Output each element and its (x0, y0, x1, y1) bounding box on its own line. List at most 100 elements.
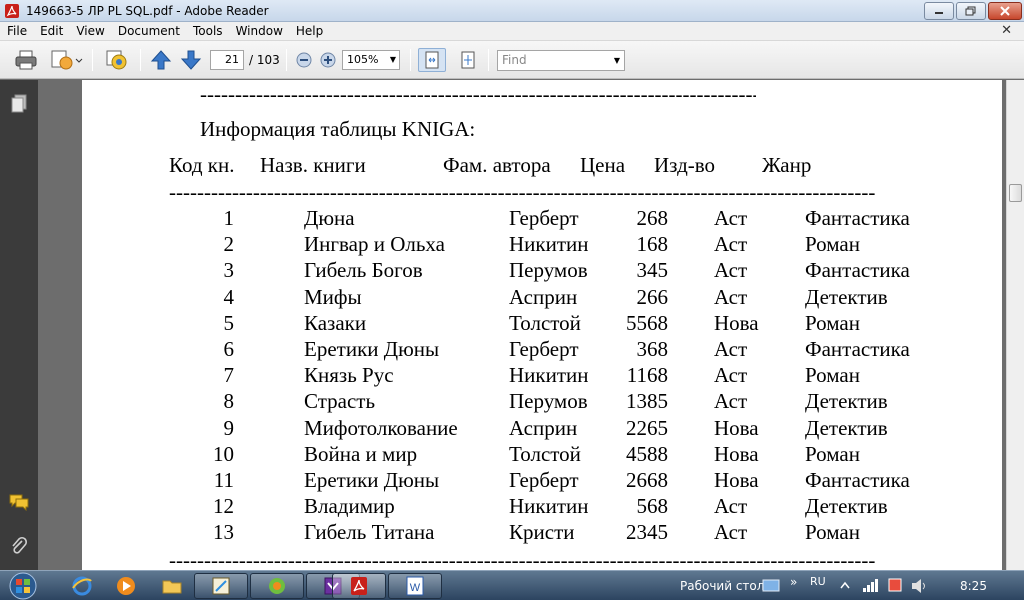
attachments-panel-button[interactable] (9, 536, 29, 556)
menu-file[interactable]: File (0, 24, 33, 38)
desktop-toolbar-label[interactable]: Рабочий стол (680, 579, 764, 593)
page-number-input[interactable]: 21 (210, 50, 244, 70)
cell-publisher: Аст (714, 389, 748, 414)
cell-publisher: Аст (714, 232, 748, 257)
cell-publisher: Нова (714, 468, 759, 492)
cell-title: Еретики Дюны (304, 468, 440, 492)
share-button[interactable] (48, 48, 84, 72)
fit-page-icon (425, 51, 439, 69)
zoom-out-icon (296, 52, 312, 68)
previous-page-button[interactable] (148, 48, 174, 72)
cell-code: 5 (223, 310, 235, 335)
scrollbar-thumb[interactable] (1009, 184, 1022, 202)
folder-icon (162, 580, 182, 594)
cell-price: 168 (636, 232, 669, 257)
taskbar-adobe-reader[interactable] (332, 573, 386, 599)
cell-publisher: Аст (714, 494, 748, 519)
header-price: Цена (580, 153, 626, 177)
vertical-scrollbar[interactable] (1006, 80, 1024, 570)
zoom-in-button[interactable] (318, 48, 338, 72)
language-indicator[interactable]: RU (810, 575, 826, 588)
print-button[interactable] (12, 48, 40, 72)
cell-author: Перумов (509, 258, 588, 283)
cell-code: 7 (223, 363, 235, 388)
pages-panel-button[interactable] (9, 94, 29, 114)
cell-author: Толстой (509, 441, 581, 466)
taskbar-explorer[interactable] (152, 573, 192, 599)
zoom-out-button[interactable] (294, 48, 314, 72)
restore-button[interactable] (956, 2, 986, 20)
chevron-up-icon[interactable] (840, 581, 850, 589)
find-input[interactable]: Find ▼ (497, 50, 625, 71)
comments-panel-button[interactable] (9, 492, 29, 512)
cell-price: 2345 (626, 520, 668, 545)
cell-price: 368 (636, 337, 669, 361)
minimize-button[interactable] (924, 2, 954, 20)
menu-help[interactable]: Help (289, 24, 329, 38)
cell-code: 6 (223, 337, 235, 361)
cell-publisher: Аст (714, 258, 748, 283)
cell-price: 568 (636, 494, 669, 519)
document-close-icon[interactable]: ✕ (1001, 23, 1012, 38)
zoom-level-value: 105% (347, 53, 379, 66)
cell-genre: Роман (805, 232, 860, 257)
menu-tools[interactable]: Tools (186, 24, 229, 38)
cell-genre: Детектив (805, 284, 888, 309)
close-icon (1000, 6, 1010, 16)
fit-width-button[interactable] (454, 48, 482, 72)
cell-title: Гибель Титана (304, 520, 435, 545)
arrow-down-icon (180, 50, 202, 70)
comment-review-icon (106, 50, 127, 70)
page-total: / 103 (249, 53, 280, 67)
adobe-reader-icon (5, 4, 19, 18)
cell-title: Гибель Богов (304, 258, 423, 283)
network-signal-icon[interactable] (862, 577, 880, 593)
desktop-icon[interactable] (762, 578, 780, 594)
taskbar-window-1[interactable] (194, 573, 248, 599)
taskbar-ie[interactable] (62, 573, 102, 599)
printer-icon (15, 50, 37, 70)
action-center-icon[interactable] (886, 577, 904, 595)
clock[interactable]: 8:25 (960, 579, 987, 593)
cell-author: Герберт (509, 468, 579, 492)
comment-review-button[interactable] (102, 48, 132, 72)
title-bar: 149663-5 ЛР PL SQL.pdf - Adobe Reader (0, 0, 1024, 22)
cell-author: Перумов (509, 389, 588, 414)
cell-author: Герберт (509, 337, 579, 361)
cell-publisher: Нова (714, 441, 759, 466)
taskbar-media-player[interactable] (106, 573, 146, 599)
zoom-level-select[interactable]: 105% ▼ (342, 50, 400, 70)
cell-genre: Детектив (805, 415, 888, 440)
menu-document[interactable]: Document (111, 24, 186, 38)
taskbar-window-2[interactable] (250, 573, 304, 599)
fit-width-icon (461, 51, 475, 69)
app-icon (269, 578, 285, 594)
cell-genre: Фантастика (805, 337, 910, 361)
close-button[interactable] (988, 2, 1022, 20)
next-page-button[interactable] (178, 48, 204, 72)
start-button[interactable] (6, 572, 40, 600)
menu-view[interactable]: View (69, 24, 110, 38)
taskbar-word[interactable]: W (388, 573, 442, 599)
toolbar: 21 / 103 105% ▼ Find ▼ (0, 41, 1024, 79)
cell-price: 4588 (626, 441, 668, 466)
cell-genre: Фантастика (805, 258, 910, 283)
header-author: Фам. автора (443, 153, 551, 177)
toolbar-overflow-icon[interactable]: » (790, 575, 797, 589)
media-player-icon (117, 577, 135, 595)
volume-icon[interactable] (910, 577, 928, 595)
header-title: Назв. книги (260, 153, 366, 177)
menu-edit[interactable]: Edit (33, 24, 69, 38)
header-code: Код кн. (169, 153, 235, 177)
cell-genre: Фантастика (805, 206, 910, 230)
document-area[interactable]: ----------------------------------------… (38, 80, 1006, 570)
toolbar-separator (488, 49, 489, 71)
fit-page-button[interactable] (418, 48, 446, 72)
cell-price: 2668 (626, 468, 668, 492)
cell-code: 10 (213, 441, 234, 466)
cell-title: Ингвар и Ольха (304, 232, 445, 257)
cell-publisher: Нова (714, 310, 759, 335)
cell-publisher: Нова (714, 415, 759, 440)
cell-genre: Роман (805, 520, 860, 545)
menu-window[interactable]: Window (229, 24, 289, 38)
